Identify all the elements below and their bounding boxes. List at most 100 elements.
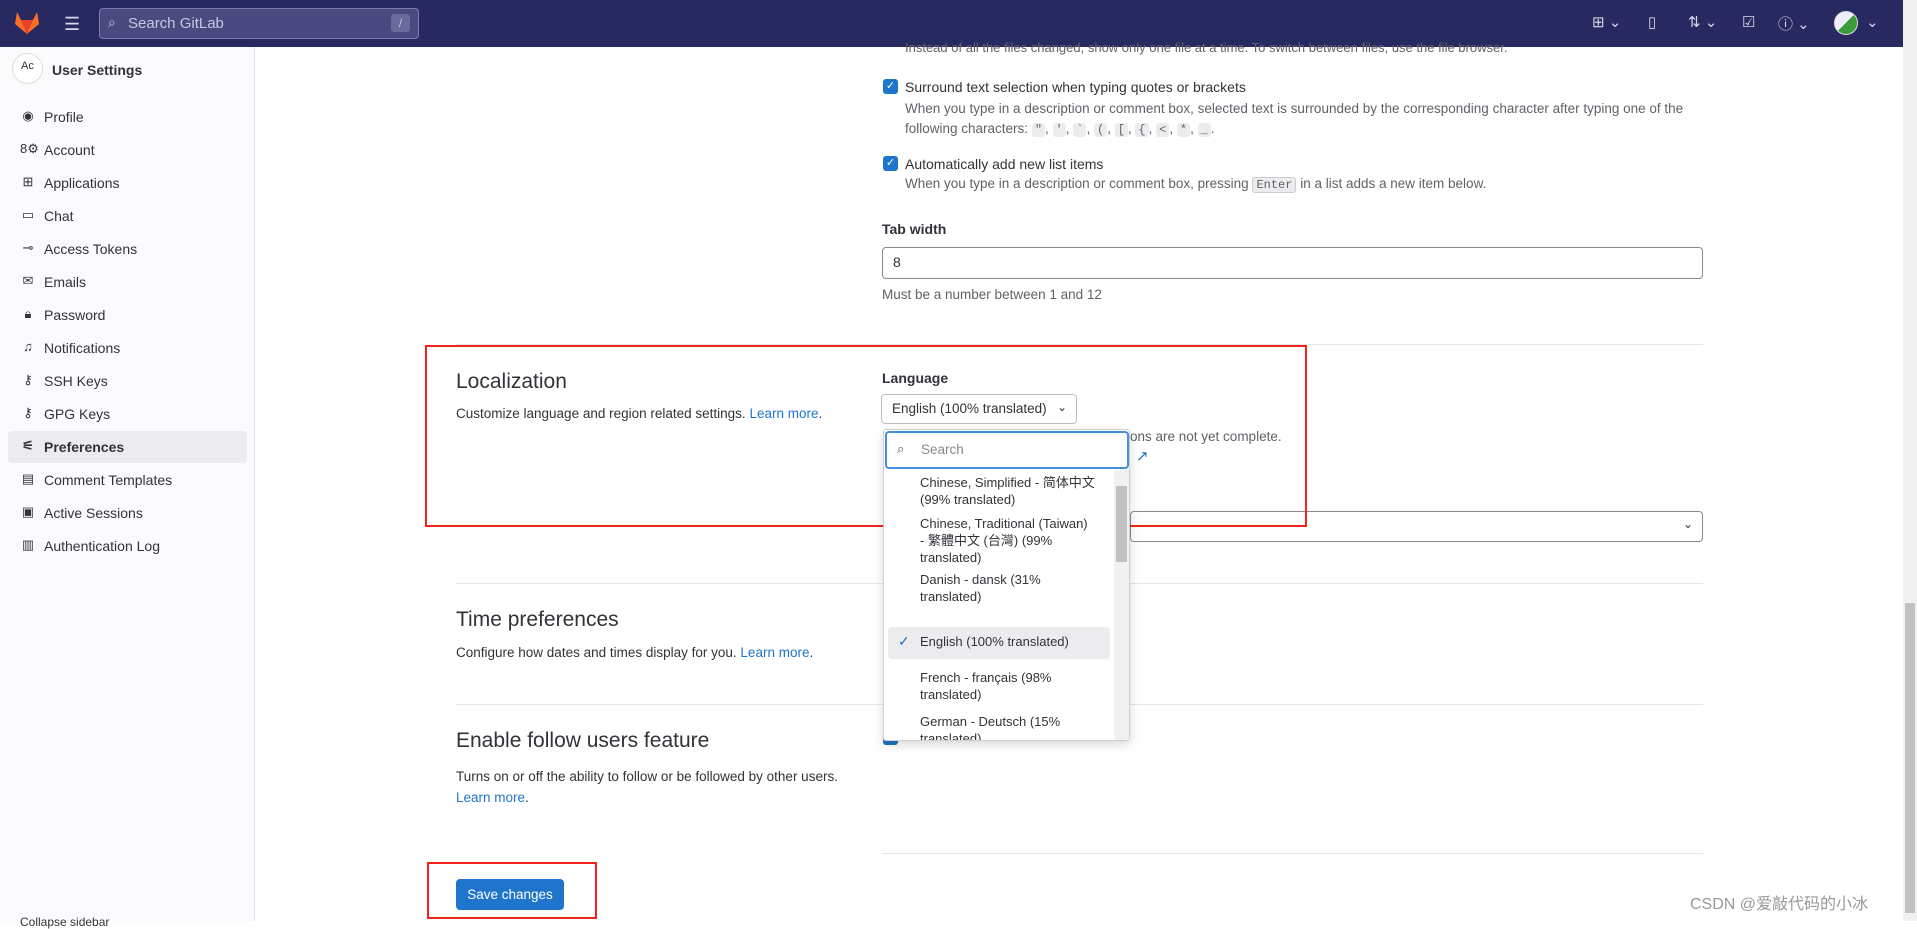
sidebar-item-preferences[interactable]: ⚟ Preferences [8,431,247,463]
surround-label: Surround text selection when typing quot… [905,79,1246,95]
char-key: < [1156,123,1170,137]
profile-icon: ◉ [22,108,34,123]
follow-users-title: Enable follow users feature [456,729,710,752]
applications-icon: ⊞ [22,174,34,189]
todo-icon[interactable]: ☑ [1742,13,1755,31]
help-icon[interactable]: ⓘ ⌄ [1778,13,1810,34]
sidebar-item-comment-templates[interactable]: ▤ Comment Templates [8,464,247,496]
chevron-down-icon[interactable]: ⌄ [1866,13,1879,31]
tab-width-input[interactable]: 8 [882,247,1703,279]
search-shortcut: / [391,14,410,32]
sidebar-item-label: Active Sessions [44,505,143,521]
sidebar-item-emails[interactable]: ✉ Emails [8,266,247,298]
dropdown-scrollbar[interactable] [1114,470,1129,740]
chat-icon: ▭ [21,207,35,222]
time-preferences-title: Time preferences [456,608,619,631]
user-avatar[interactable] [1834,11,1858,35]
watermark: CSDN @爱敲代码的小冰 [1690,896,1869,913]
follow-description: Turns on or off the ability to follow or… [456,769,838,805]
gitlab-logo-icon[interactable] [14,10,40,35]
sidebar-item-label: Account [44,142,95,158]
char-key: ' [1052,123,1066,137]
char-key: " [1031,123,1046,137]
sidebar-item-label: Notifications [44,340,121,356]
sidebar-item-account[interactable]: 8⚙ Account [8,134,247,166]
time-description: Configure how dates and times display fo… [456,645,814,660]
page-scrollbar[interactable] [1903,0,1917,921]
log-icon: ▥ [21,537,35,552]
sidebar-item-label: Applications [44,175,120,191]
hamburger-menu-icon[interactable]: ☰ [64,14,80,35]
list-items-label: Automatically add new list items [905,156,1104,172]
search-icon: ⌕ [108,14,116,30]
create-new-icon[interactable]: ⊞ ⌄ [1592,13,1621,31]
language-option[interactable]: Chinese, Traditional (Taiwan) - 繁體中文 (台灣… [920,515,1095,566]
cut-off-description: Instead of all the files changed, show o… [905,40,1508,55]
char-key: ` [1073,123,1087,137]
preferences-icon: ⚟ [22,438,34,453]
language-option[interactable]: French - français (98% translated) [920,669,1095,703]
sidebar-item-gpg-keys[interactable]: ⚷ GPG Keys [8,398,247,430]
sidebar-item-label: Access Tokens [44,241,138,257]
sidebar-item-authentication-log[interactable]: ▥ Authentication Log [8,530,247,562]
language-option[interactable]: German - Deutsch (15% translated) [920,713,1095,740]
key-icon: ⚷ [23,372,33,387]
list-items-description: When you type in a description or commen… [905,176,1487,193]
sidebar-item-applications[interactable]: ⊞ Applications [8,167,247,199]
sidebar-item-notifications[interactable]: ♫ Notifications [8,332,247,364]
sidebar-item-label: Emails [44,274,87,290]
merge-requests-icon[interactable]: ⇅ ⌄ [1688,13,1717,31]
group-avatar: Ac [12,53,43,84]
lock-icon: 🔒︎ [24,306,32,321]
tab-width-help: Must be a number between 1 and 12 [882,287,1102,302]
tab-width-label: Tab width [882,221,947,237]
sidebar: Ac User Settings ◉ Profile 8⚙ Account ⊞ Appli… [0,47,255,929]
sidebar-item-label: SSH Keys [44,373,108,389]
sidebar-item-label: Password [44,307,106,323]
mail-icon: ✉ [22,273,34,288]
monitor-icon: ▣ [21,504,35,519]
search-icon: ⌕ [897,441,905,456]
search-placeholder: Search GitLab [128,15,224,32]
chevron-down-icon: ⌄ [1682,517,1693,531]
surround-checkbox[interactable]: ✓ [883,79,898,94]
sidebar-item-label: Chat [44,208,74,224]
language-option[interactable]: Chinese, Simplified - 简体中文 (99% translat… [920,474,1095,508]
issues-icon[interactable]: ▯ [1648,13,1656,31]
sidebar-item-label: Preferences [44,439,125,455]
language-option[interactable]: English (100% translated) [920,633,1095,650]
annotation-box-save [427,862,597,919]
sidebar-item-access-tokens[interactable]: ⊸ Access Tokens [8,233,247,265]
learn-more-link[interactable]: Learn more [456,790,525,805]
sidebar-item-label: GPG Keys [44,406,111,422]
divider [882,853,1703,854]
surround-description: When you type in a description or commen… [905,101,1684,137]
sidebar-item-ssh-keys[interactable]: ⚷ SSH Keys [8,365,247,397]
char-key: * [1176,123,1191,137]
language-dropdown: ⌕ Search Chinese, Simplified - 简体中文 (99% … [883,429,1130,741]
sidebar-item-label: Authentication Log [44,538,160,554]
key-icon: ⚷ [23,405,33,420]
collapse-sidebar[interactable]: Collapse sidebar [20,915,109,929]
search-input[interactable]: ⌕ Search GitLab / [99,8,419,39]
learn-more-link[interactable]: Learn more [740,645,809,660]
sidebar-title[interactable]: User Settings [52,62,142,78]
char-key: _ [1197,123,1211,137]
list-items-checkbox[interactable]: ✓ [883,156,898,171]
sidebar-item-label: Comment Templates [44,472,173,488]
language-search-input[interactable]: ⌕ Search [885,431,1129,469]
sidebar-item-label: Profile [44,109,84,125]
annotation-box-localization [425,345,1307,527]
language-option[interactable]: Danish - dansk (31% translated) [920,571,1095,605]
account-icon: 8⚙ [20,141,39,156]
char-key: ( [1093,123,1108,137]
sidebar-item-profile[interactable]: ◉ Profile [8,101,247,133]
char-key: { [1135,123,1149,137]
token-icon: ⊸ [22,240,34,255]
char-key: [ [1114,123,1128,137]
sidebar-item-chat[interactable]: ▭ Chat [8,200,247,232]
check-icon: ✓ [898,633,910,649]
sidebar-item-password[interactable]: 🔒︎ Password [8,299,247,331]
comment-icon: ▤ [21,471,35,486]
sidebar-item-active-sessions[interactable]: ▣ Active Sessions [8,497,247,529]
